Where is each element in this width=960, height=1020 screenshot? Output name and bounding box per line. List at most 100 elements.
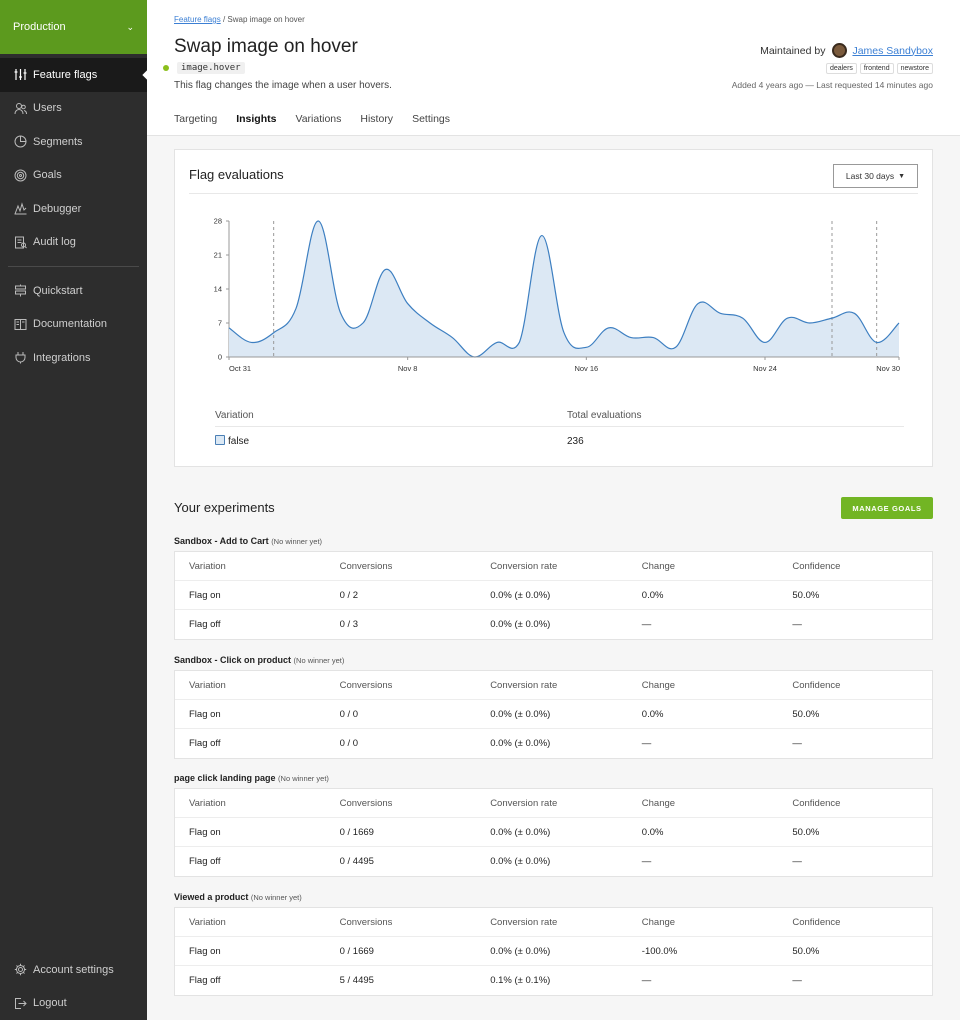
manage-goals-button[interactable]: MANAGE GOALS [841,497,933,519]
experiment-name: page click landing page (No winner yet) [174,773,933,788]
x-tick-label: Nov 16 [574,364,598,373]
table-cell: 0.0% (± 0.0%) [490,856,551,867]
winner-status: (No winner yet) [293,656,345,665]
table-row: Flag on 0 / 1669 0.0% (± 0.0%) 0.0% 50.0% [175,818,932,847]
experiment-name: Sandbox - Add to Cart (No winner yet) [174,536,933,551]
column-header: Confidence [792,916,841,928]
environment-selector[interactable]: Production ⌄ [0,0,147,54]
column-header: Variation [189,797,226,809]
table-cell: Flag on [189,589,221,601]
winner-status: (No winner yet) [278,774,329,783]
tab-history[interactable]: History [360,113,393,125]
table-cell: — [641,619,652,630]
table-cell: 0 / 0 [339,708,359,720]
sidebar-item-quickstart[interactable]: Quickstart [0,274,147,308]
table-cell: 0.0% [641,826,664,838]
column-header-variation: Variation [215,410,254,421]
table-cell: 0 / 1669 [339,945,374,957]
sidebar-item-documentation[interactable]: Documentation [0,308,147,342]
tag[interactable]: newstore [896,63,933,74]
total-evaluations-value: 236 [567,435,584,447]
table-header: Variation Conversions Conversion rate Chang… [175,908,932,937]
sidebar-item-integrations[interactable]: Integrations [0,341,147,375]
sidebar-item-goals[interactable]: Goals [0,159,147,193]
sidebar-item-label: Goals [33,169,62,182]
column-header: Conversion rate [490,679,558,691]
table-cell: 5 / 4495 [339,975,374,986]
table-cell: -100.0% [641,945,678,957]
table-row: Flag off 0 / 0 0.0% (± 0.0%) — — [175,729,932,758]
table-header: Variation Conversions Conversion rate Chang… [175,552,932,581]
table-row: Flag on 0 / 0 0.0% (± 0.0%) 0.0% 50.0% [175,700,932,729]
flag-sliders-icon [13,68,27,82]
column-header: Change [641,797,676,809]
evaluations-chart: 0 7 14 21 28 Oct 31 Nov 8 Nov 16 Nov 24 Nov 30 [214,217,900,374]
sidebar-item-logout[interactable]: Logout [0,987,147,1020]
sidebar-item-label: Account settings [33,963,114,976]
series-area-false [229,220,899,357]
table-cell: Flag on [189,826,221,838]
experiment-section: Viewed a product (No winner yet) Variatio… [174,892,933,996]
sidebar-item-label: Feature flags [33,68,98,81]
sidebar-item-label: Documentation [33,318,107,331]
sidebar-item-debugger[interactable]: Debugger [0,192,147,226]
page-header: Feature flags / Swap image on hover Swap… [147,0,960,136]
experiment-table: Variation Conversions Conversion rate Chang… [174,907,933,996]
tab-insights[interactable]: Insights [236,113,276,125]
tab-settings[interactable]: Settings [412,113,450,125]
sidebar-item-segments[interactable]: Segments [0,125,147,159]
column-header: Conversions [339,560,393,572]
table-cell: 0.0% (± 0.0%) [490,708,551,720]
table-cell: 0.0% (± 0.0%) [490,826,551,838]
debugger-icon [13,202,27,216]
maintained-by-label: Maintained by [760,44,826,57]
chevron-down-icon: ⌄ [126,21,134,32]
sidebar-item-account-settings[interactable]: Account settings [0,953,147,987]
experiment-section: Sandbox - Add to Cart (No winner yet) Var… [174,536,933,640]
y-tick-label: 0 [218,353,222,362]
sidebar-item-feature-flags[interactable]: Feature flags [0,58,147,92]
experiment-title: Sandbox - Click on product [174,655,292,665]
sidebar-item-label: Logout [33,997,67,1010]
table-header: Variation Conversions Conversion rate Chang… [175,671,932,700]
experiment-table: Variation Conversions Conversion rate Chang… [174,788,933,877]
table-cell: — [792,619,802,630]
breadcrumb-current: Swap image on hover [227,15,305,24]
date-range-dropdown[interactable]: Last 30 days ▼ [833,164,918,188]
flag-key-row: image.hover [163,62,245,74]
column-header: Confidence [792,679,841,691]
tab-targeting[interactable]: Targeting [174,113,217,125]
sidebar-item-label: Debugger [33,202,82,215]
table-cell: — [641,738,652,749]
audit-icon [13,235,27,249]
page-title: Swap image on hover [174,36,358,57]
maintainer: Maintained by James Sandybox [760,43,933,58]
column-header: Change [641,679,676,691]
table-cell: 50.0% [792,708,820,720]
date-range-label: Last 30 days [845,171,895,181]
sidebar-item-audit-log[interactable]: Audit log [0,226,147,260]
experiment-section: Sandbox - Click on product (No winner ye… [174,655,933,759]
column-header: Variation [189,916,226,928]
winner-status: (No winner yet) [271,537,323,546]
table-cell: — [792,856,802,867]
table-row: Flag off 5 / 4495 0.1% (± 0.1%) — — [175,966,932,995]
tab-variations[interactable]: Variations [295,113,341,125]
maintainer-link[interactable]: James Sandybox [852,45,933,57]
table-cell: Flag off [189,856,221,867]
table-cell: 0.0% [641,589,664,601]
sidebar-item-users[interactable]: Users [0,92,147,126]
column-header: Conversions [339,679,393,691]
divider [189,193,918,194]
table-cell: 0.1% (± 0.1%) [490,975,551,986]
sidebar-item-label: Segments [33,135,83,148]
column-header: Confidence [792,797,841,809]
chevron-down-icon: ▼ [898,172,906,180]
breadcrumb-link-feature-flags[interactable]: Feature flags [174,15,221,24]
tag[interactable]: dealers [825,63,857,74]
series-toggle-checkbox[interactable] [215,435,225,445]
experiment-table: Variation Conversions Conversion rate Chang… [174,670,933,759]
flag-description: This flag changes the image when a user … [174,80,392,91]
experiment-table: Variation Conversions Conversion rate Chang… [174,551,933,640]
tag[interactable]: frontend [859,63,894,74]
